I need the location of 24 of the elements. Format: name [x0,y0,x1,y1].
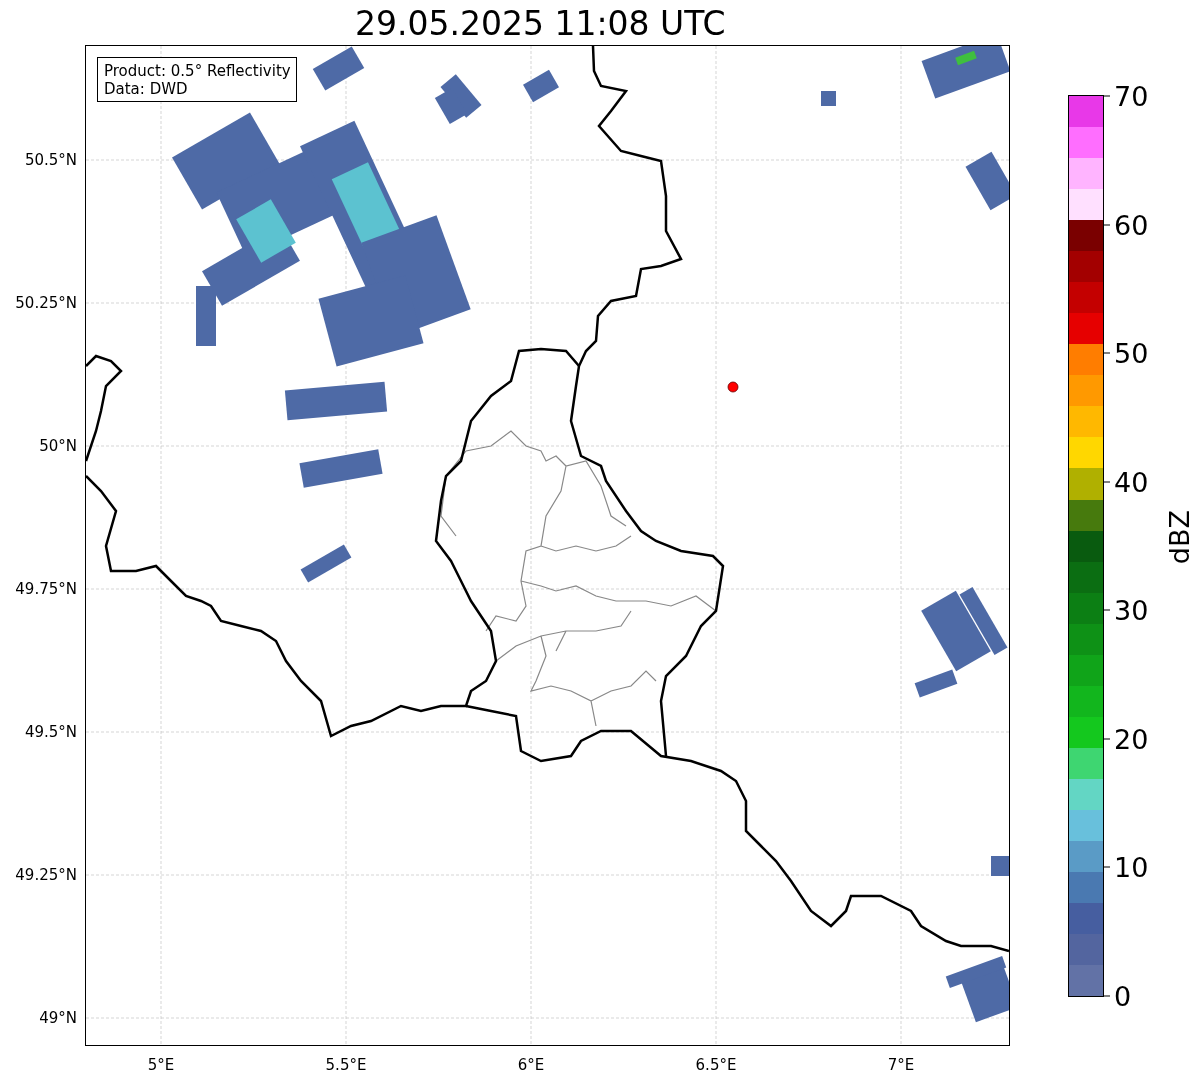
legend-text: Data: DWD [104,80,189,98]
latitude-label: 50°N [39,437,77,455]
latitude-label: 50.25°N [15,294,77,312]
latitude-label: 49.25°N [15,866,77,884]
colorbar-label: dBZ [1164,510,1196,565]
colorbar-tick-label: 70 [1104,80,1149,112]
longitude-label: 6°E [517,1056,545,1074]
longitude-label: 5°E [147,1056,175,1074]
longitude-label: 5.5°E [325,1056,367,1074]
colorbar-tick-label: 10 [1104,851,1149,883]
colorbar-tick-label: 20 [1104,723,1149,755]
latitude-label: 49.5°N [24,723,77,741]
colorbar-tick-label: 40 [1104,466,1149,498]
latitude-label: 49°N [39,1009,77,1027]
colorbar-tick-label: 0 [1104,980,1132,1012]
latitude-label: 49.75°N [15,580,77,598]
colorbar-tick-label: 60 [1104,209,1149,241]
longitude-label: 7°E [887,1056,915,1074]
legend-text: Product: 0.5° Reflectivity [104,62,291,80]
chart-title: 29.05.2025 11:08 UTC [355,4,726,45]
longitude-label: 6.5°E [695,1056,737,1074]
colorbar-tick-label: 50 [1104,337,1149,369]
colorbar-tick-label: 30 [1104,594,1149,626]
latitude-label: 50.5°N [24,151,77,169]
